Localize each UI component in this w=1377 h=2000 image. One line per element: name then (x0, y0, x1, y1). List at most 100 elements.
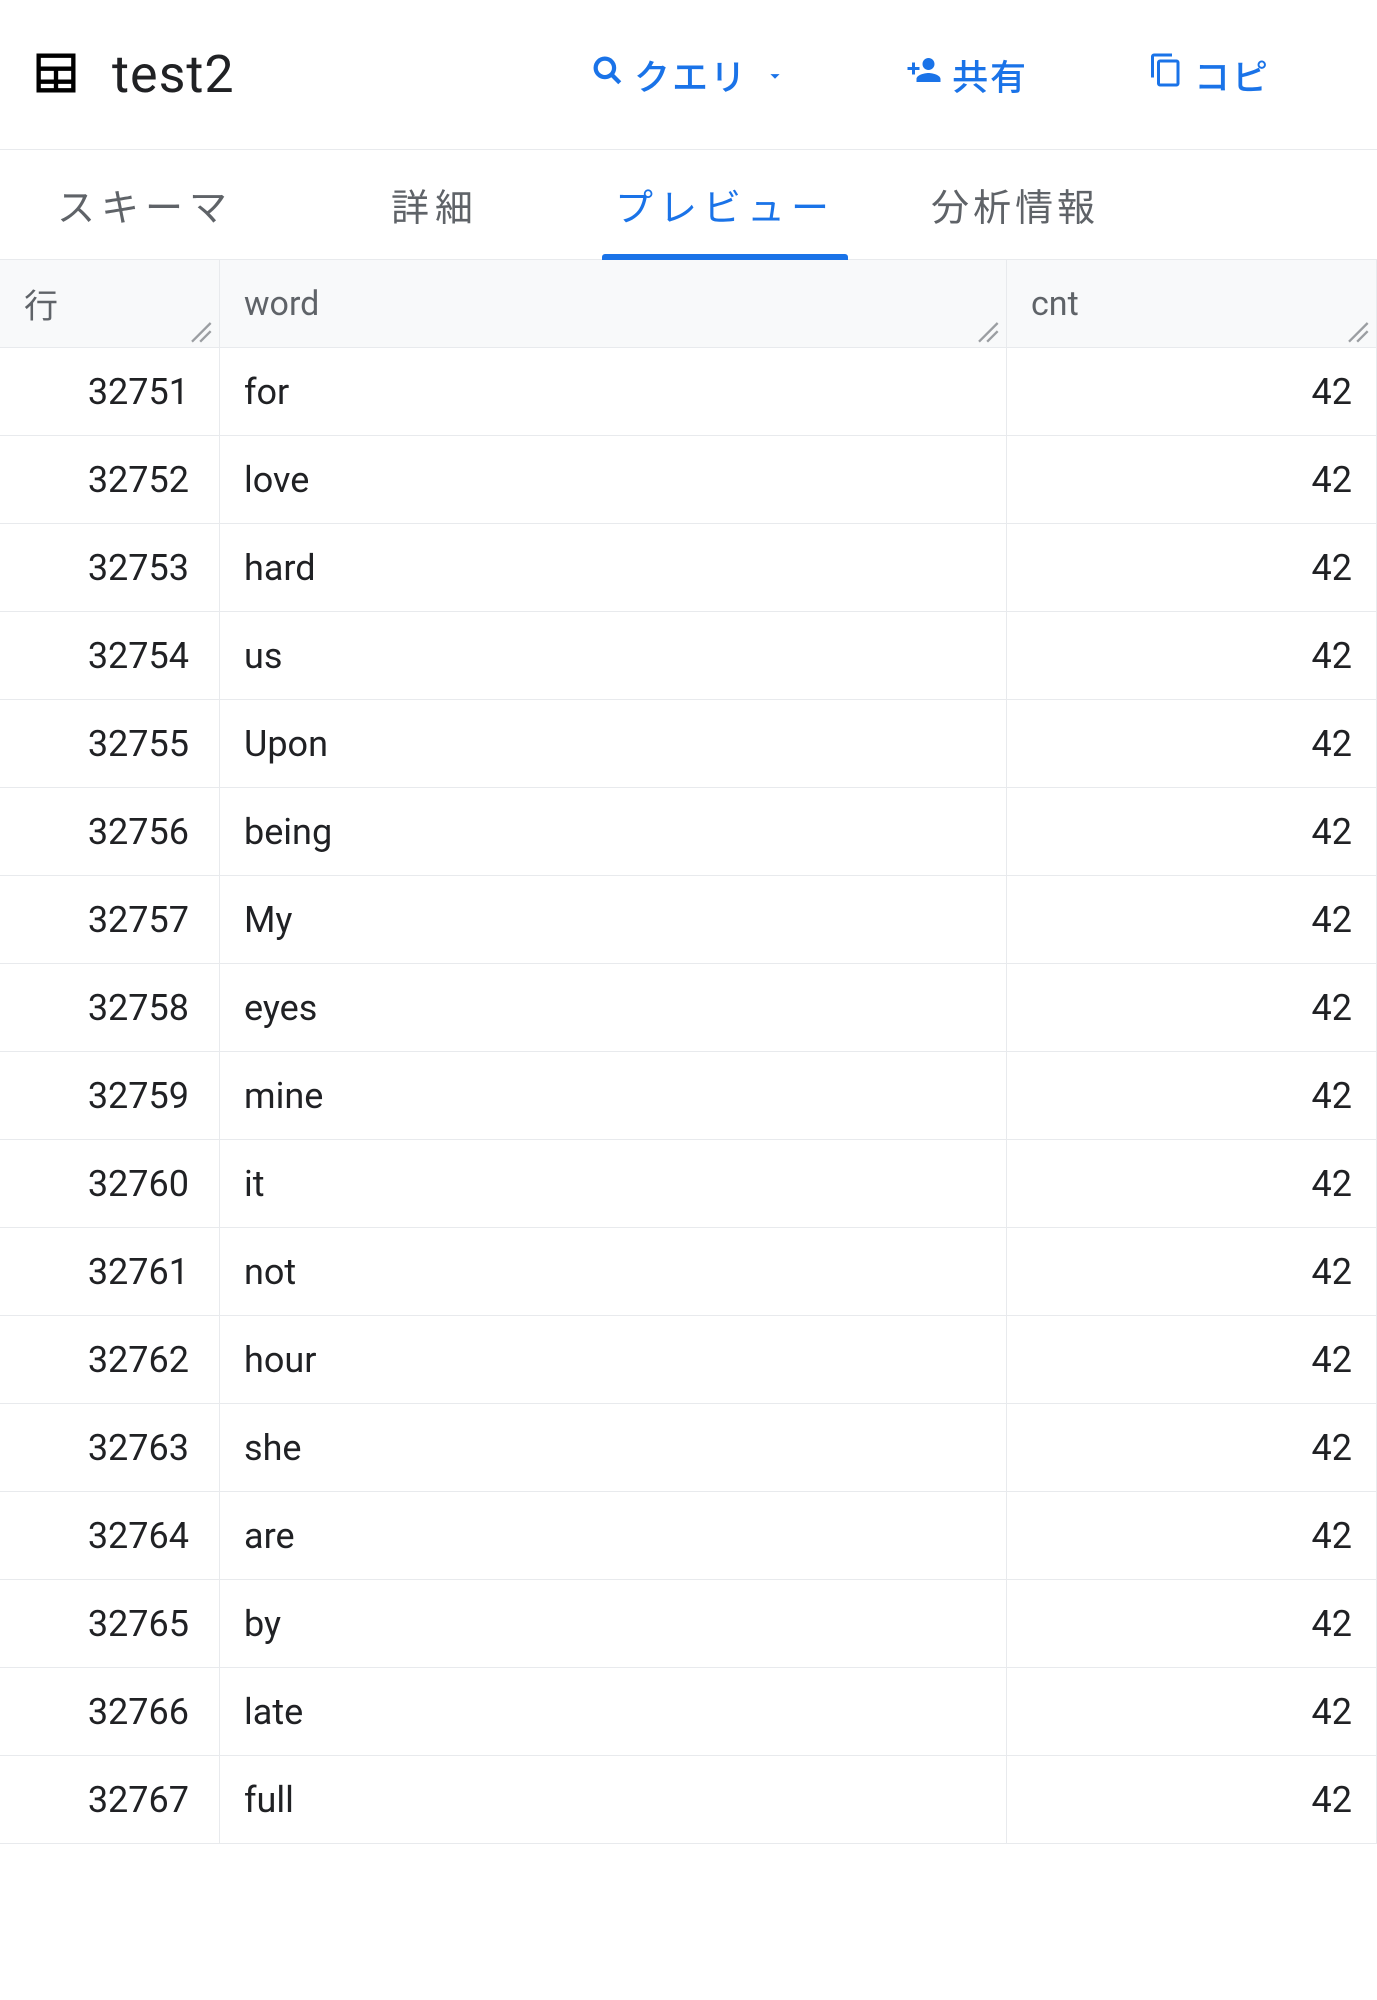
table-row[interactable]: 32762 hour42 (0, 1316, 1377, 1404)
header-bar: test2 クエリ 共有 (0, 0, 1377, 150)
cell-word-value: not (244, 1251, 296, 1293)
col-header-word[interactable]: word (220, 260, 1007, 347)
cell-cnt-value: 42 (1312, 1427, 1352, 1469)
table-body: 32751for4232752love4232753hard4232754us4… (0, 348, 1377, 1844)
copy-label: コピ (1194, 49, 1270, 101)
tab-preview-label: プレビュー (615, 177, 835, 232)
cell-word: hour (220, 1316, 1007, 1403)
cell-cnt-value: 42 (1312, 1515, 1352, 1557)
cell-row: 32767 (0, 1756, 220, 1843)
cell-row-value: 32767 (88, 1779, 189, 1821)
table-row[interactable]: 32759mine42 (0, 1052, 1377, 1140)
resize-handle-icon[interactable] (972, 313, 1000, 341)
caret-down-icon (758, 54, 786, 96)
cell-row-value: 32763 (88, 1427, 189, 1469)
cell-row: 32763 (0, 1404, 220, 1491)
person-add-icon (906, 52, 942, 97)
cell-word-value: hard (244, 547, 316, 589)
tab-preview[interactable]: プレビュー (580, 150, 870, 259)
cell-cnt-value: 42 (1312, 635, 1352, 677)
cell-cnt-value: 42 (1312, 1251, 1352, 1293)
cell-word: love (220, 436, 1007, 523)
cell-word-value: she (244, 1427, 302, 1469)
cell-word-value: Upon (244, 723, 328, 765)
cell-cnt-value: 42 (1312, 723, 1352, 765)
table-row[interactable]: 32755 Upon 42 (0, 700, 1377, 788)
table-row[interactable]: 32767full42 (0, 1756, 1377, 1844)
table-row[interactable]: 32751 for 42 (0, 348, 1377, 436)
cell-row-value: 32753 (88, 547, 189, 589)
tab-details[interactable]: 詳細 (290, 150, 580, 259)
cell-cnt: 42 (1007, 436, 1377, 523)
col-header-cnt[interactable]: cnt (1007, 260, 1377, 347)
query-button[interactable]: クエリ (560, 49, 816, 101)
cell-word-value: mine (244, 1075, 323, 1117)
cell-row-value: 32761 (88, 1251, 189, 1293)
tab-insights[interactable]: 分析情報 (870, 150, 1160, 259)
cell-cnt-value: 42 (1312, 547, 1352, 589)
copy-icon (1148, 52, 1184, 97)
cell-word: for (220, 348, 1007, 435)
cell-row: 32753 (0, 524, 220, 611)
table-row[interactable]: 32752love42 (0, 436, 1377, 524)
cell-row: 32761 (0, 1228, 220, 1315)
table-row[interactable]: 32764 are 42 (0, 1492, 1377, 1580)
search-icon (590, 53, 624, 96)
cell-word: full (220, 1756, 1007, 1843)
cell-row: 32757 (0, 876, 220, 963)
tab-insights-label: 分析情報 (931, 177, 1099, 232)
cell-word-value: are (244, 1515, 295, 1557)
cell-row-value: 32764 (88, 1515, 189, 1557)
copy-button[interactable]: コピ (1118, 49, 1300, 101)
cell-word-value: it (244, 1163, 265, 1205)
cell-row-value: 32755 (88, 723, 189, 765)
title-wrap: test2 (30, 44, 470, 105)
resize-handle-icon[interactable] (1342, 313, 1370, 341)
cell-row: 32755 (0, 700, 220, 787)
page-title: test2 (112, 44, 235, 105)
table-row[interactable]: 32763 she 42 (0, 1404, 1377, 1492)
cell-cnt-value: 42 (1312, 1603, 1352, 1645)
table-row[interactable]: 32765 by 42 (0, 1580, 1377, 1668)
cell-cnt: 42 (1007, 1228, 1377, 1315)
table-row[interactable]: 32766late42 (0, 1668, 1377, 1756)
cell-row-value: 32762 (88, 1339, 189, 1381)
table-row[interactable]: 32758eyes42 (0, 964, 1377, 1052)
cell-cnt: 42 (1007, 612, 1377, 699)
table-row[interactable]: 32757My42 (0, 876, 1377, 964)
cell-word: Upon (220, 700, 1007, 787)
cell-word: hard (220, 524, 1007, 611)
cell-word-value: eyes (244, 987, 317, 1029)
cell-word-value: by (244, 1603, 281, 1645)
cell-word-value: for (244, 371, 289, 413)
cell-row: 32751 (0, 348, 220, 435)
table-row[interactable]: 32756being42 (0, 788, 1377, 876)
tabs: スキーマ 詳細 プレビュー 分析情報 (0, 150, 1377, 260)
col-header-row[interactable]: 行 (0, 260, 220, 347)
table-row[interactable]: 32753 hard 42 (0, 524, 1377, 612)
cell-row: 32760 (0, 1140, 220, 1227)
table-row[interactable]: 32761 not 42 (0, 1228, 1377, 1316)
cell-cnt: 42 (1007, 1316, 1377, 1403)
table-row[interactable]: 32760 it 42 (0, 1140, 1377, 1228)
cell-row: 32765 (0, 1580, 220, 1667)
cell-word: mine (220, 1052, 1007, 1139)
cell-cnt-value: 42 (1312, 1163, 1352, 1205)
cell-word-value: full (244, 1779, 294, 1821)
cell-cnt-value: 42 (1312, 899, 1352, 941)
cell-word: late (220, 1668, 1007, 1755)
cell-row-value: 32751 (88, 371, 189, 413)
cell-cnt: 42 (1007, 524, 1377, 611)
cell-cnt: 42 (1007, 964, 1377, 1051)
cell-word: by (220, 1580, 1007, 1667)
resize-handle-icon[interactable] (185, 313, 213, 341)
table-row[interactable]: 32754us42 (0, 612, 1377, 700)
cell-cnt: 42 (1007, 1140, 1377, 1227)
cell-row-value: 32760 (88, 1163, 189, 1205)
tab-schema[interactable]: スキーマ (0, 150, 290, 259)
cell-word-value: us (244, 635, 282, 677)
data-table: 行 word cnt 32751for4232752love4232753har… (0, 260, 1377, 1844)
cell-cnt-value: 42 (1312, 371, 1352, 413)
share-button[interactable]: 共有 (876, 49, 1058, 101)
cell-cnt: 42 (1007, 1580, 1377, 1667)
